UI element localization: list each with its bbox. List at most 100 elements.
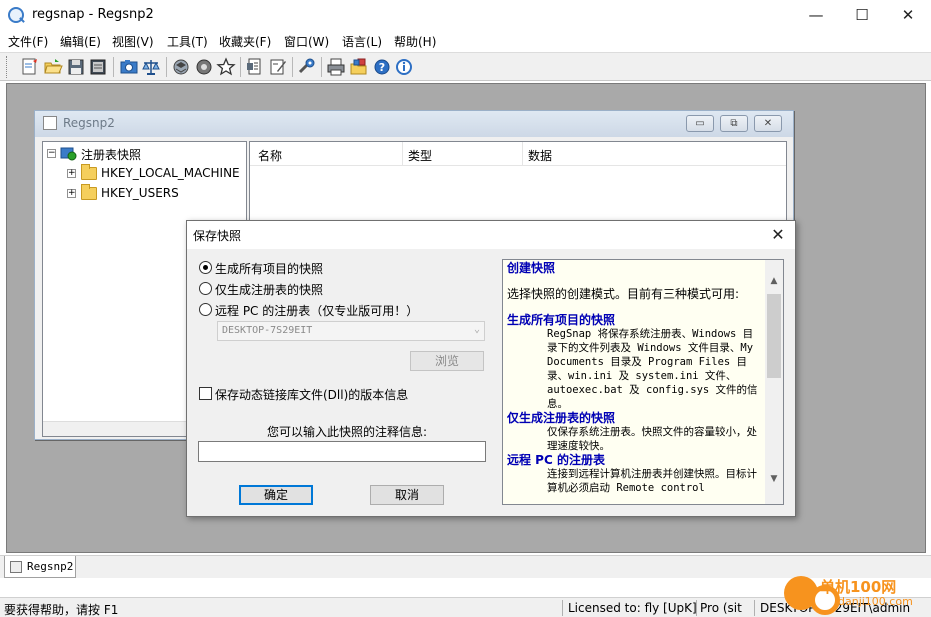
menu-view[interactable]: 视图(V) (112, 33, 154, 50)
minimize-button[interactable]: — (793, 0, 839, 30)
tools-icon[interactable] (297, 57, 317, 77)
status-help-text: 要获得帮助，请按 F1 (4, 603, 119, 617)
column-divider[interactable] (522, 142, 523, 166)
edit-icon[interactable] (268, 57, 288, 77)
compare-scales-icon[interactable] (141, 57, 161, 77)
radio-button[interactable] (199, 282, 212, 295)
toolbar-separator (166, 57, 167, 77)
dialog-title: 保存快照 (193, 229, 242, 243)
chevron-down-icon[interactable]: ⌄ (474, 324, 480, 335)
save-icon[interactable] (66, 57, 86, 77)
radio-label: 生成所有项目的快照 (215, 262, 324, 276)
folder-puzzle-icon[interactable] (349, 57, 369, 77)
status-divider (696, 600, 697, 616)
print-icon[interactable] (326, 57, 346, 77)
snapshot-doc-icon (43, 116, 57, 130)
scrollbar-thumb[interactable] (767, 294, 781, 378)
status-divider (562, 600, 563, 616)
column-type[interactable]: 类型 (408, 147, 432, 164)
status-license: Licensed to: fly [UpK] (568, 601, 696, 615)
menu-tools[interactable]: 工具(T) (167, 33, 208, 50)
tree-item-label: HKEY_USERS (101, 186, 179, 200)
status-divider (754, 600, 755, 616)
dll-version-checkbox[interactable] (199, 387, 212, 400)
help-heading: 远程 PC 的注册表 (507, 453, 605, 467)
save-snapshot-dialog: 保存快照 ✕ 生成所有项目的快照 仅生成注册表的快照 远程 PC 的注册表（仅专… (186, 220, 796, 517)
folder-icon (81, 184, 97, 200)
tree-expand-toggle[interactable]: + (67, 189, 76, 198)
help-heading: 生成所有项目的快照 (507, 313, 616, 327)
help-heading: 创建快照 (507, 261, 556, 275)
report-icon[interactable] (245, 57, 265, 77)
help-vertical-scrollbar[interactable]: ▲ ▼ (765, 260, 783, 504)
star-icon[interactable] (216, 57, 236, 77)
radio-button[interactable] (199, 303, 212, 316)
list-header: 名称 类型 数据 (250, 142, 786, 166)
scroll-up-icon[interactable]: ▲ (765, 276, 783, 286)
child-close-button[interactable]: ✕ (754, 115, 782, 132)
cancel-button[interactable]: 取消 (370, 485, 444, 505)
site-watermark-logo: 单机100网 danji100.com (780, 573, 928, 617)
toolbar-separator (240, 57, 241, 77)
toolbar-separator (113, 57, 114, 77)
network-icon[interactable] (171, 57, 191, 77)
help-paragraph: 仅保存系统注册表。快照文件的容量较小，处理速度较快。 (547, 426, 757, 452)
child-window-title: Regsnp2 (63, 116, 115, 130)
tree-collapse-toggle[interactable]: − (47, 149, 56, 158)
menu-bar: 文件(F) 编辑(E) 视图(V) 工具(T) 收藏夹(F) 窗口(W) 语言(… (0, 30, 931, 52)
menu-help[interactable]: 帮助(H) (394, 33, 436, 50)
tree-root-label: 注册表快照 (81, 148, 142, 162)
open-icon[interactable] (43, 57, 63, 77)
note-input[interactable] (198, 441, 486, 462)
menu-file[interactable]: 文件(F) (8, 33, 48, 50)
checkbox-label: 保存动态链接库文件(Dll)的版本信息 (215, 388, 409, 402)
dialog-close-button[interactable]: ✕ (767, 224, 789, 246)
help-paragraph: RegSnap 将保存系统注册表、Windows 目录下的文件列表及 Windo… (547, 328, 758, 410)
scroll-down-icon[interactable]: ▼ (765, 474, 783, 484)
snapshot-doc-icon (10, 561, 22, 573)
menu-edit[interactable]: 编辑(E) (60, 33, 101, 50)
note-label: 您可以输入此快照的注释信息: (267, 425, 428, 439)
save-all-icon[interactable] (88, 57, 108, 77)
help-icon[interactable]: ? (372, 57, 392, 77)
dialog-titlebar[interactable]: 保存快照 ✕ (187, 221, 795, 249)
folder-icon (81, 164, 97, 180)
new-snapshot-icon[interactable] (20, 57, 40, 77)
help-intro: 选择快照的创建模式。目前有三种模式可用: (507, 287, 740, 301)
child-window-titlebar[interactable]: Regsnp2 ▭ ⧉ ✕ (35, 111, 793, 137)
column-name[interactable]: 名称 (258, 147, 282, 164)
radio-button-checked[interactable] (199, 261, 212, 274)
tab-regsnp2[interactable]: Regsnp2 (4, 556, 76, 578)
registry-icon[interactable] (194, 57, 214, 77)
menu-favorites[interactable]: 收藏夹(F) (219, 33, 271, 50)
about-icon[interactable] (394, 57, 414, 77)
toolbar-separator (321, 57, 322, 77)
toolbar-separator (292, 57, 293, 77)
menu-window[interactable]: 窗口(W) (284, 33, 329, 50)
help-text: 创建快照 选择快照的创建模式。目前有三种模式可用: 生成所有项目的快照 RegS… (503, 260, 765, 504)
child-restore-button[interactable]: ⧉ (720, 115, 748, 132)
column-divider[interactable] (402, 142, 403, 166)
help-panel: 创建快照 选择快照的创建模式。目前有三种模式可用: 生成所有项目的快照 RegS… (502, 259, 784, 505)
watermark-subtext: danji100.com (838, 595, 913, 608)
toolbar-grip[interactable] (6, 56, 9, 78)
title-bar: regsnap - Regsnp2 — ☐ ✕ (0, 0, 931, 30)
menu-language[interactable]: 语言(L) (342, 33, 382, 50)
browse-button[interactable]: 浏览 (410, 351, 484, 371)
help-paragraph: 连接到远程计算机注册表并创建快照。目标计算机必须启动 Remote contro… (547, 468, 757, 494)
maximize-button[interactable]: ☐ (839, 0, 885, 30)
child-minimize-button[interactable]: ▭ (686, 115, 714, 132)
tree-expand-toggle[interactable]: + (67, 169, 76, 178)
tree-item-label: HKEY_LOCAL_MACHINE (101, 166, 240, 180)
radio-label: 远程 PC 的注册表（仅专业版可用！） (215, 304, 419, 318)
status-edition: Pro (sit (700, 601, 742, 615)
toolbar: ? (0, 52, 931, 81)
combo-value: DESKTOP-7S29EIT (222, 325, 313, 336)
remote-computer-combo[interactable]: DESKTOP-7S29EIT ⌄ (217, 321, 485, 341)
snapshot-camera-icon[interactable] (119, 57, 139, 77)
column-data[interactable]: 数据 (528, 147, 552, 164)
close-button[interactable]: ✕ (885, 0, 931, 30)
watermark-text: 单机100网 (820, 578, 897, 596)
ok-button[interactable]: 确定 (239, 485, 313, 505)
tab-label: Regsnp2 (27, 560, 74, 573)
